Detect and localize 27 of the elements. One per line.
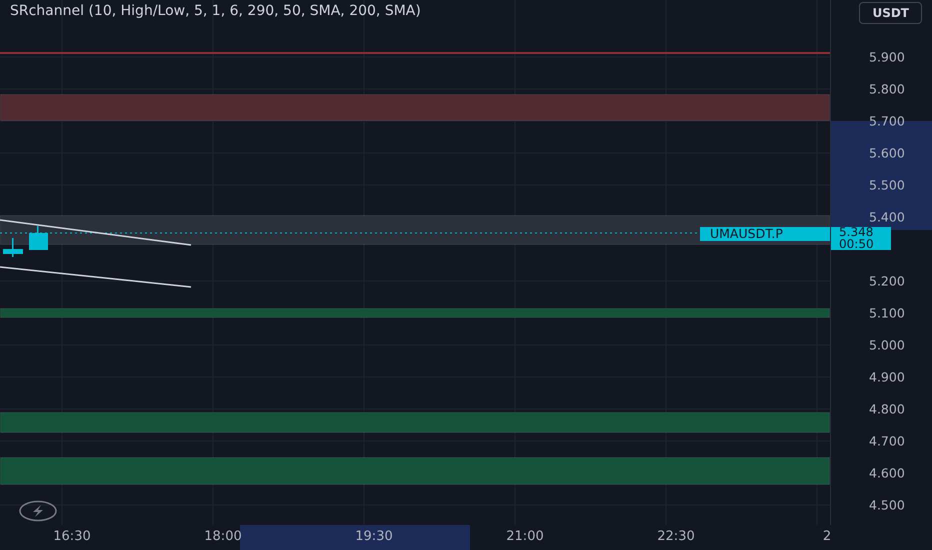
indicator-legend: SRchannel (10, High/Low, 5, 1, 6, 290, 50, SMA, 200, SMA) xyxy=(10,3,421,19)
price-label: 4.900 xyxy=(869,370,905,384)
price-label: 4.700 xyxy=(869,434,905,448)
currency-button[interactable]: USDT xyxy=(859,2,922,24)
time-label: 18:00 xyxy=(204,529,242,544)
candle xyxy=(29,226,48,250)
price-label: 5.600 xyxy=(869,146,905,160)
price-label: 4.500 xyxy=(869,498,905,512)
price-label: 5.200 xyxy=(869,274,905,288)
price-label: 4.600 xyxy=(869,466,905,480)
price-label: 5.900 xyxy=(869,50,905,64)
price-label: 5.700 xyxy=(869,114,905,128)
time-label: 19:30 xyxy=(355,529,393,544)
symbol-tag: UMAUSDT.P xyxy=(700,227,830,241)
lightning-icon[interactable] xyxy=(18,500,58,522)
price-label: 4.800 xyxy=(869,402,905,416)
price-label: 5.500 xyxy=(869,178,905,192)
last-price-tag: 5.348 00:50 xyxy=(831,227,891,250)
time-label: 2 xyxy=(822,529,832,544)
time-label: 16:30 xyxy=(53,529,91,544)
candle xyxy=(3,238,23,257)
time-label: 22:30 xyxy=(657,529,695,544)
price-label: 5.400 xyxy=(869,210,905,224)
price-label: 5.100 xyxy=(869,306,905,320)
time-label: 21:00 xyxy=(506,529,544,544)
price-label: 5.000 xyxy=(869,338,905,352)
price-label: 5.800 xyxy=(869,82,905,96)
